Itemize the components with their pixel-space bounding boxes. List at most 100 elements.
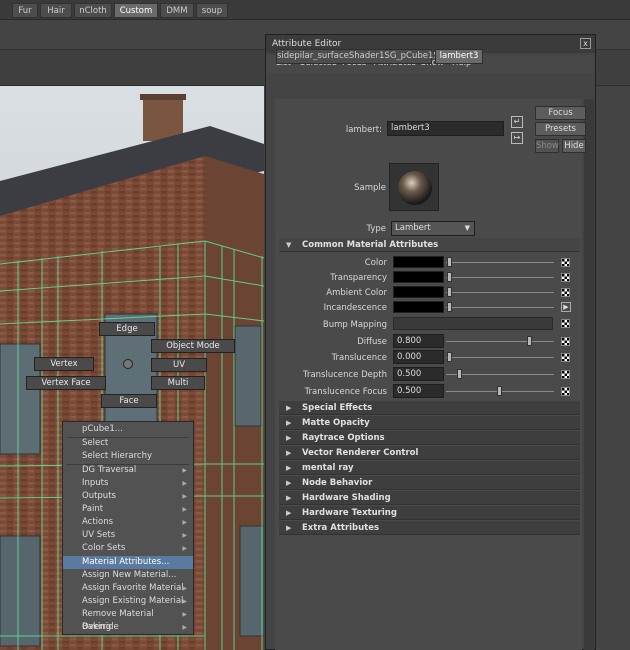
translucence-depth-slider[interactable]: [446, 374, 554, 375]
section-title: Common Material Attributes: [302, 240, 439, 250]
translucence-field[interactable]: 0.000: [393, 350, 444, 364]
menu-item-select[interactable]: Select: [63, 437, 193, 450]
menu-item-baking[interactable]: Baking ▶: [63, 621, 193, 634]
color-swatch[interactable]: [393, 256, 444, 268]
menu-item-remove-material-override[interactable]: Remove Material Override ▶: [63, 608, 193, 632]
marking-menu-edge[interactable]: Edge: [99, 322, 155, 336]
translucence-slider[interactable]: [446, 357, 554, 358]
material-sphere-icon: [398, 171, 432, 205]
hide-button[interactable]: Hide: [562, 139, 586, 153]
presets-button[interactable]: Presets: [535, 122, 586, 136]
marking-menu-vertex[interactable]: Vertex: [34, 357, 94, 371]
collapsed-triangle-icon: ▶: [286, 479, 292, 487]
map-button-icon[interactable]: [561, 319, 570, 328]
section-hardware-shading[interactable]: ▶ Hardware Shading: [279, 491, 580, 505]
map-button-icon[interactable]: [561, 337, 570, 346]
submenu-arrow-icon: ▶: [182, 624, 187, 631]
color-slider-handle[interactable]: [447, 257, 452, 267]
ambient-color-slider[interactable]: [446, 292, 554, 293]
menu-item-label: Paint: [82, 504, 104, 514]
shelf-tab-soup[interactable]: soup: [196, 3, 228, 18]
type-dropdown[interactable]: Lambert ▼: [391, 221, 475, 236]
menu-item-actions[interactable]: Actions ▶: [63, 516, 193, 529]
output-connection-icon[interactable]: ↦: [511, 132, 523, 144]
diffuse-slider-handle[interactable]: [527, 336, 532, 346]
section-extra-attributes[interactable]: ▶ Extra Attributes: [279, 521, 580, 535]
map-button-icon[interactable]: [561, 353, 570, 362]
transparency-swatch[interactable]: [393, 271, 444, 283]
incandescence-slider-handle[interactable]: [447, 302, 452, 312]
marking-menu-object-mode[interactable]: Object Mode: [151, 339, 235, 353]
marking-menu-vertex-face[interactable]: Vertex Face: [26, 376, 106, 390]
connection-arrow-icon[interactable]: ▶: [561, 302, 571, 312]
menu-item-pcube1[interactable]: pCube1...: [63, 423, 193, 436]
marking-menu-uv[interactable]: UV: [151, 358, 207, 372]
transparency-slider-handle[interactable]: [447, 272, 452, 282]
submenu-arrow-icon: ▶: [182, 506, 187, 513]
section-title: mental ray: [302, 463, 354, 473]
bump-mapping-field[interactable]: [393, 317, 553, 330]
incandescence-swatch[interactable]: [393, 301, 444, 313]
menu-item-assign-existing-material[interactable]: Assign Existing Material ▶: [63, 595, 193, 608]
section-mental-ray[interactable]: ▶ mental ray: [279, 461, 580, 475]
color-slider[interactable]: [446, 262, 554, 263]
translucence-depth-slider-handle[interactable]: [457, 369, 462, 379]
map-button-icon[interactable]: [561, 370, 570, 379]
shelf-tab-fur[interactable]: Fur: [12, 3, 38, 18]
marking-menu-face[interactable]: Face: [101, 394, 157, 408]
translucence-focus-field[interactable]: 0.500: [393, 384, 444, 398]
menu-item-assign-new-material[interactable]: Assign New Material...: [63, 569, 193, 582]
marking-menu-multi[interactable]: Multi: [151, 376, 205, 390]
map-button-icon[interactable]: [561, 387, 570, 396]
close-icon[interactable]: x: [580, 38, 591, 49]
node-name-label: lambert:: [345, 125, 382, 135]
map-button-icon[interactable]: [561, 258, 570, 267]
section-vector-renderer-control[interactable]: ▶ Vector Renderer Control: [279, 446, 580, 460]
section-node-behavior[interactable]: ▶ Node Behavior: [279, 476, 580, 490]
translucence-slider-handle[interactable]: [447, 352, 452, 362]
translucence-depth-field[interactable]: 0.500: [393, 367, 444, 381]
section-matte-opacity[interactable]: ▶ Matte Opacity: [279, 416, 580, 430]
section-raytrace-options[interactable]: ▶ Raytrace Options: [279, 431, 580, 445]
map-button-icon[interactable]: [561, 288, 570, 297]
menu-item-color-sets[interactable]: Color Sets ▶: [63, 542, 193, 555]
shelf-tab-ncloth[interactable]: nCloth: [74, 3, 112, 18]
ambient-color-swatch[interactable]: [393, 286, 444, 298]
input-connection-icon[interactable]: ↵: [511, 116, 523, 128]
scrollbar[interactable]: [584, 99, 594, 650]
collapsed-triangle-icon: ▶: [286, 419, 292, 427]
menu-item-inputs[interactable]: Inputs ▶: [63, 477, 193, 490]
expanded-triangle-icon: ▼: [286, 241, 292, 249]
node-name-field[interactable]: lambert3: [387, 121, 504, 136]
material-swatch: [389, 163, 439, 211]
menu-item-dg-traversal[interactable]: DG Traversal ▶: [63, 464, 193, 477]
collapsed-triangle-icon: ▶: [286, 509, 292, 517]
shelf-tab-dmm[interactable]: DMM: [160, 3, 194, 18]
menu-item-select-hierarchy[interactable]: Select Hierarchy: [63, 450, 193, 463]
section-common-material[interactable]: ▼ Common Material Attributes: [279, 238, 580, 252]
map-button-icon[interactable]: [561, 273, 570, 282]
section-hardware-texturing[interactable]: ▶ Hardware Texturing: [279, 506, 580, 520]
section-special-effects[interactable]: ▶ Special Effects: [279, 401, 580, 415]
diffuse-slider[interactable]: [446, 341, 554, 342]
chimney: [143, 96, 183, 141]
menu-item-label: Actions: [82, 517, 114, 527]
incandescence-slider[interactable]: [446, 307, 554, 308]
show-button[interactable]: Show: [535, 139, 559, 153]
tab-lambert3[interactable]: lambert3: [435, 49, 483, 64]
menu-item-outputs[interactable]: Outputs ▶: [63, 490, 193, 503]
shelf-tab-custom[interactable]: Custom: [114, 3, 158, 18]
transparency-slider[interactable]: [446, 277, 554, 278]
tab-shading-group[interactable]: sidepilar_surfaceShader1SG_pCube1SG: [276, 49, 445, 64]
diffuse-field[interactable]: 0.800: [393, 334, 444, 348]
focus-button[interactable]: Focus: [535, 106, 586, 120]
menu-item-material-attributes[interactable]: Material Attributes...: [63, 556, 193, 569]
menu-item-paint[interactable]: Paint ▶: [63, 503, 193, 516]
translucence-focus-slider-handle[interactable]: [497, 386, 502, 396]
shelf-tab-hair[interactable]: Hair: [40, 3, 72, 18]
menu-item-assign-favorite-material[interactable]: Assign Favorite Material ▶: [63, 582, 193, 595]
ambient-slider-handle[interactable]: [447, 287, 452, 297]
collapsed-triangle-icon: ▶: [286, 464, 292, 472]
menu-item-uv-sets[interactable]: UV Sets ▶: [63, 529, 193, 542]
section-title: Raytrace Options: [302, 433, 385, 443]
